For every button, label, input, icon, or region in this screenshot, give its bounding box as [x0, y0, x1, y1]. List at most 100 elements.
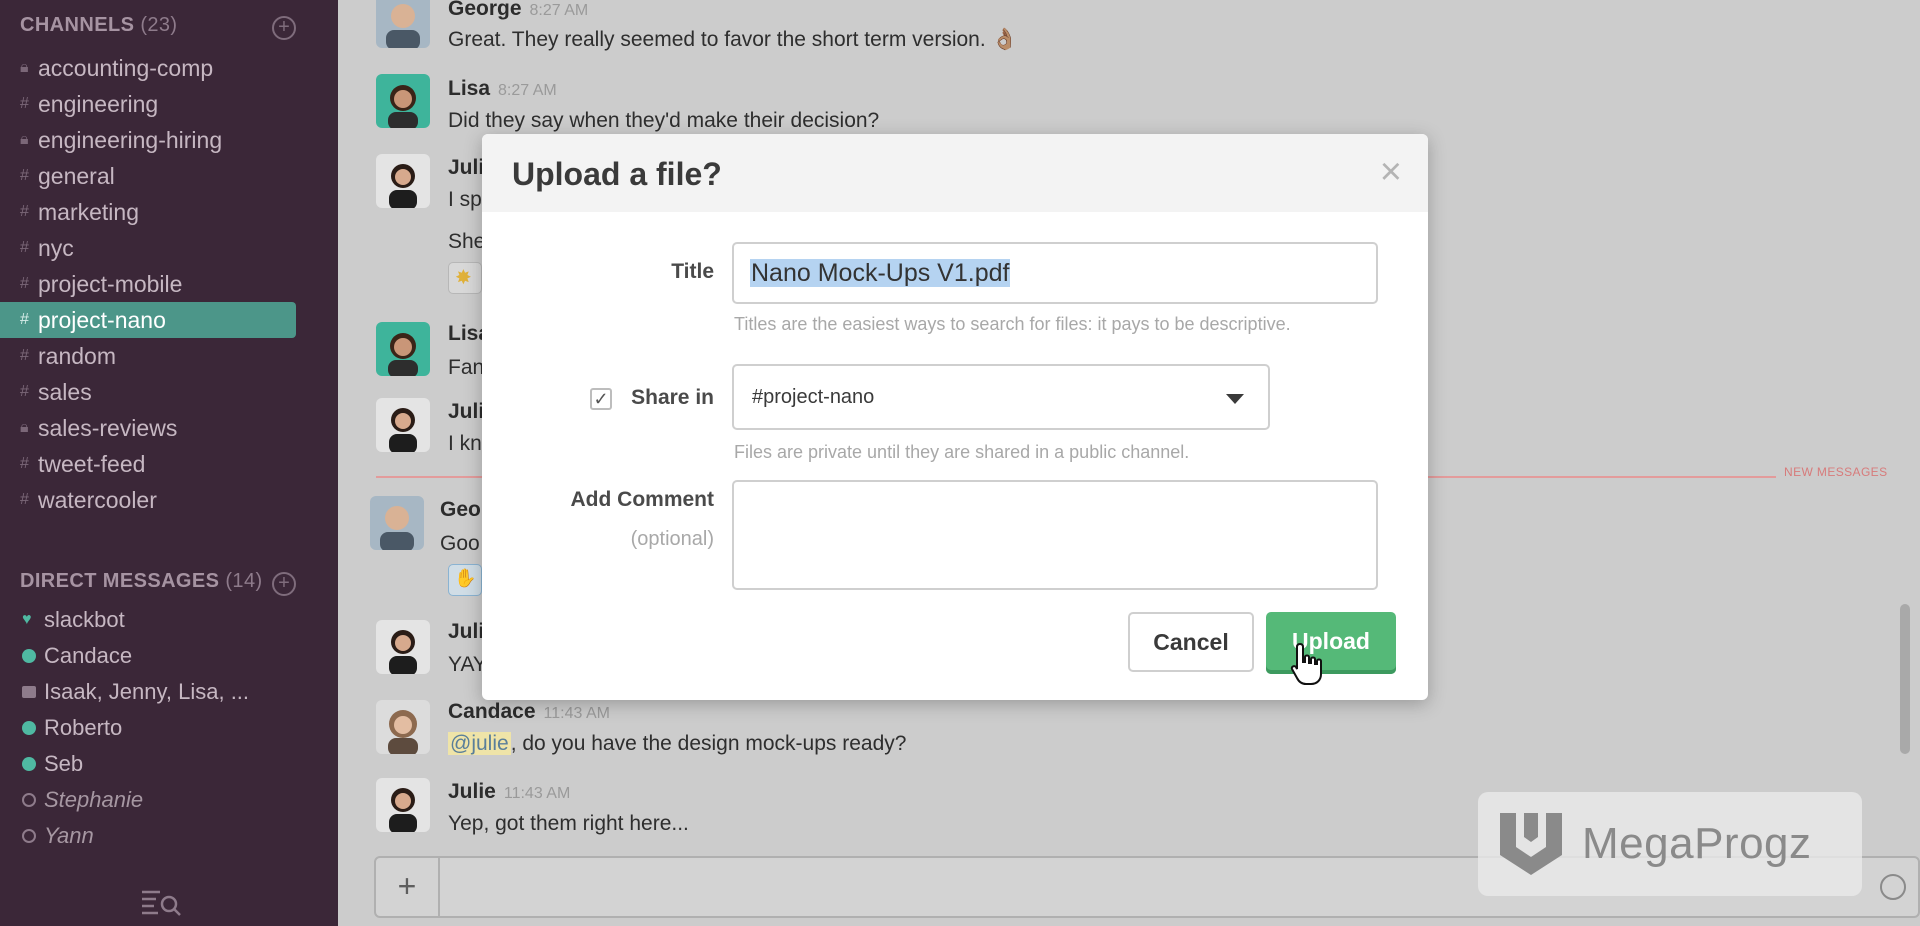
- title-input[interactable]: Nano Mock-Ups V1.pdf: [732, 242, 1378, 304]
- dm-name: Isaak, Jenny, Lisa, ...: [44, 679, 250, 704]
- dm-item-seb[interactable]: Seb: [0, 746, 338, 782]
- cancel-button[interactable]: Cancel: [1128, 612, 1254, 672]
- add-channel-icon[interactable]: +: [272, 16, 296, 40]
- comment-textarea[interactable]: [732, 480, 1378, 590]
- scrollbar[interactable]: [1900, 604, 1910, 754]
- dialog-header: Upload a file? ×: [482, 134, 1428, 212]
- sidebar-item-random[interactable]: # random: [0, 338, 338, 374]
- share-checkbox[interactable]: ✓: [590, 388, 612, 410]
- message-text: Fan: [448, 356, 485, 379]
- chevron-down-icon: [1226, 394, 1244, 404]
- message-author[interactable]: Juli: [448, 156, 484, 180]
- sidebar-item-project-mobile[interactable]: # project-mobile: [0, 266, 338, 302]
- dm-item-stephanie[interactable]: Stephanie: [0, 782, 338, 818]
- emoji-reaction[interactable]: ✸: [448, 262, 482, 294]
- title-hint: Titles are the easiest ways to search fo…: [734, 314, 1291, 334]
- share-channel-select[interactable]: #project-nano: [732, 364, 1270, 430]
- avatar-lisa[interactable]: [376, 74, 430, 128]
- channel-name: marketing: [38, 198, 139, 225]
- avatar-julie[interactable]: [376, 778, 430, 832]
- author-name: Juli: [448, 400, 485, 423]
- avatar-julie[interactable]: [376, 620, 430, 674]
- clap-icon: ✋: [454, 568, 477, 588]
- message-text: I kn: [448, 432, 482, 455]
- sidebar-item-marketing[interactable]: # marketing: [0, 194, 338, 230]
- dm-name: Roberto: [44, 715, 123, 740]
- message-author[interactable]: Lisa 8:27 AM: [448, 77, 557, 101]
- dm-item-yann[interactable]: Yann: [0, 818, 338, 854]
- hash-icon: #: [20, 275, 29, 292]
- channel-name: engineering-hiring: [38, 126, 223, 153]
- presence-online-icon: [22, 721, 36, 735]
- sidebar-item-engineering-hiring[interactable]: 🔒︎ engineering-hiring: [0, 122, 338, 158]
- dm-name: Candace: [44, 643, 133, 668]
- author-name: Juli: [448, 620, 485, 643]
- hash-icon: #: [20, 347, 29, 364]
- channel-name: tweet-feed: [38, 450, 146, 477]
- sidebar-item-sales-reviews[interactable]: 🔒︎ sales-reviews: [0, 410, 338, 446]
- sidebar-item-general[interactable]: # general: [0, 158, 338, 194]
- dm-name: Seb: [44, 751, 84, 776]
- add-dm-icon[interactable]: +: [272, 572, 296, 596]
- channel-name: project-nano: [38, 306, 166, 333]
- channel-name: project-mobile: [38, 270, 183, 297]
- dm-item-candace[interactable]: Candace: [0, 638, 338, 674]
- message-timestamp[interactable]: 11:43 AM: [544, 705, 610, 722]
- comment-optional-label: (optional): [630, 528, 714, 550]
- dm-item-slackbot[interactable]: ♥ slackbot: [0, 602, 338, 638]
- emoji-icon[interactable]: [1880, 874, 1906, 900]
- message-author[interactable]: Juli: [448, 400, 484, 424]
- upload-button[interactable]: Upload: [1266, 612, 1396, 674]
- message-timestamp[interactable]: 8:27 AM: [530, 2, 589, 19]
- attach-plus-button[interactable]: +: [376, 858, 440, 916]
- message-author[interactable]: Juli: [448, 620, 484, 644]
- avatar-george[interactable]: [376, 0, 430, 48]
- dm-list: ♥ slackbot Candace Isaak, Jenny, Lisa, ..…: [0, 602, 338, 854]
- sidebar-item-accounting-comp[interactable]: 🔒︎ accounting-comp: [0, 50, 338, 86]
- direct-messages-header[interactable]: DIRECT MESSAGES (14): [20, 570, 263, 593]
- message-author[interactable]: Julie 11:43 AM: [448, 780, 570, 804]
- dm-item-group[interactable]: Isaak, Jenny, Lisa, ...: [0, 674, 338, 710]
- hash-icon: #: [20, 383, 29, 400]
- sidebar-item-engineering[interactable]: # engineering: [0, 86, 338, 122]
- message-timestamp[interactable]: 8:27 AM: [498, 82, 557, 99]
- author-name: Juli: [448, 156, 485, 179]
- message-author[interactable]: George 8:27 AM: [448, 0, 588, 21]
- dm-item-roberto[interactable]: Roberto: [0, 710, 338, 746]
- channels-header-label: CHANNELS: [20, 14, 135, 36]
- emoji-reaction[interactable]: ✋: [448, 564, 482, 596]
- message-text: Did they say when they'd make their deci…: [448, 109, 880, 132]
- hash-icon: #: [20, 455, 29, 472]
- avatar-julie[interactable]: [376, 398, 430, 452]
- share-hint: Files are private until they are shared …: [734, 442, 1190, 462]
- avatar-julie[interactable]: [376, 154, 430, 208]
- avatar-george[interactable]: [370, 496, 424, 550]
- dialog-title: Upload a file?: [512, 156, 722, 192]
- presence-away-icon: [22, 793, 36, 807]
- sidebar-item-watercooler[interactable]: # watercooler: [0, 482, 338, 518]
- channel-name: engineering: [38, 90, 159, 117]
- presence-online-icon: [22, 649, 36, 663]
- hand-cursor-icon: [1290, 642, 1322, 685]
- sidebar-item-nyc[interactable]: # nyc: [0, 230, 338, 266]
- author-name: George: [448, 0, 522, 20]
- sidebar-item-project-nano[interactable]: # project-nano: [0, 302, 296, 338]
- search-icon[interactable]: [140, 886, 182, 916]
- message-author[interactable]: Geo: [440, 498, 481, 522]
- avatar-candace[interactable]: [376, 700, 430, 754]
- channels-header[interactable]: CHANNELS (23): [20, 14, 178, 37]
- upload-file-dialog: Upload a file? × Title Nano Mock-Ups V1.…: [482, 134, 1428, 700]
- user-mention[interactable]: @julie: [448, 732, 511, 755]
- hash-icon: #: [20, 491, 29, 508]
- avatar-lisa[interactable]: [376, 322, 430, 376]
- sidebar-item-tweet-feed[interactable]: # tweet-feed: [0, 446, 338, 482]
- megaprogz-logo-icon: [1500, 813, 1562, 875]
- dm-name: Stephanie: [44, 787, 144, 812]
- close-icon[interactable]: ×: [1380, 152, 1402, 192]
- author-name: Lisa: [448, 77, 491, 100]
- message-author[interactable]: Candace 11:43 AM: [448, 700, 610, 724]
- share-in-label[interactable]: Share in: [622, 386, 714, 410]
- sidebar-item-sales[interactable]: # sales: [0, 374, 338, 410]
- message-timestamp[interactable]: 11:43 AM: [504, 785, 570, 802]
- channel-name: nyc: [38, 234, 74, 261]
